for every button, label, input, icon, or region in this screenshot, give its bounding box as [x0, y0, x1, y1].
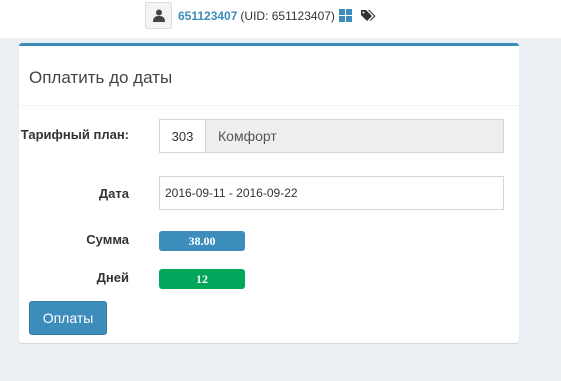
date-range-input[interactable]: 2016-09-11 - 2016-09-22 [159, 176, 504, 210]
date-label: Дата [98, 186, 129, 201]
user-icon[interactable] [145, 2, 172, 29]
days-badge: 12 [159, 269, 245, 289]
pay-button[interactable]: Оплаты [29, 301, 107, 335]
tariff-label: Тарифный план: [20, 127, 129, 142]
tariff-name-field: Комфорт [205, 119, 504, 153]
days-label: Дней [96, 270, 129, 285]
tariff-code: 303 [159, 119, 205, 153]
user-info: 651123407 (UID: 651123407) [145, 1, 376, 30]
tags-icon[interactable] [360, 9, 376, 22]
uid-text: (UID: 651123407) [240, 8, 335, 23]
top-navbar: 651123407 (UID: 651123407) [0, 0, 561, 38]
sum-badge: 38.00 [159, 231, 245, 251]
pay-until-date-panel: Оплатить до даты Тарифный план: 303 Комф… [19, 43, 519, 343]
grid-icon[interactable] [338, 9, 352, 22]
sum-label: Сумма [86, 232, 129, 247]
user-id-link[interactable]: 651123407 [178, 9, 237, 23]
panel-title: Оплатить до даты [29, 68, 173, 87]
panel-header: Оплатить до даты [19, 46, 519, 106]
tariff-input-group: 303 Комфорт [159, 119, 504, 153]
